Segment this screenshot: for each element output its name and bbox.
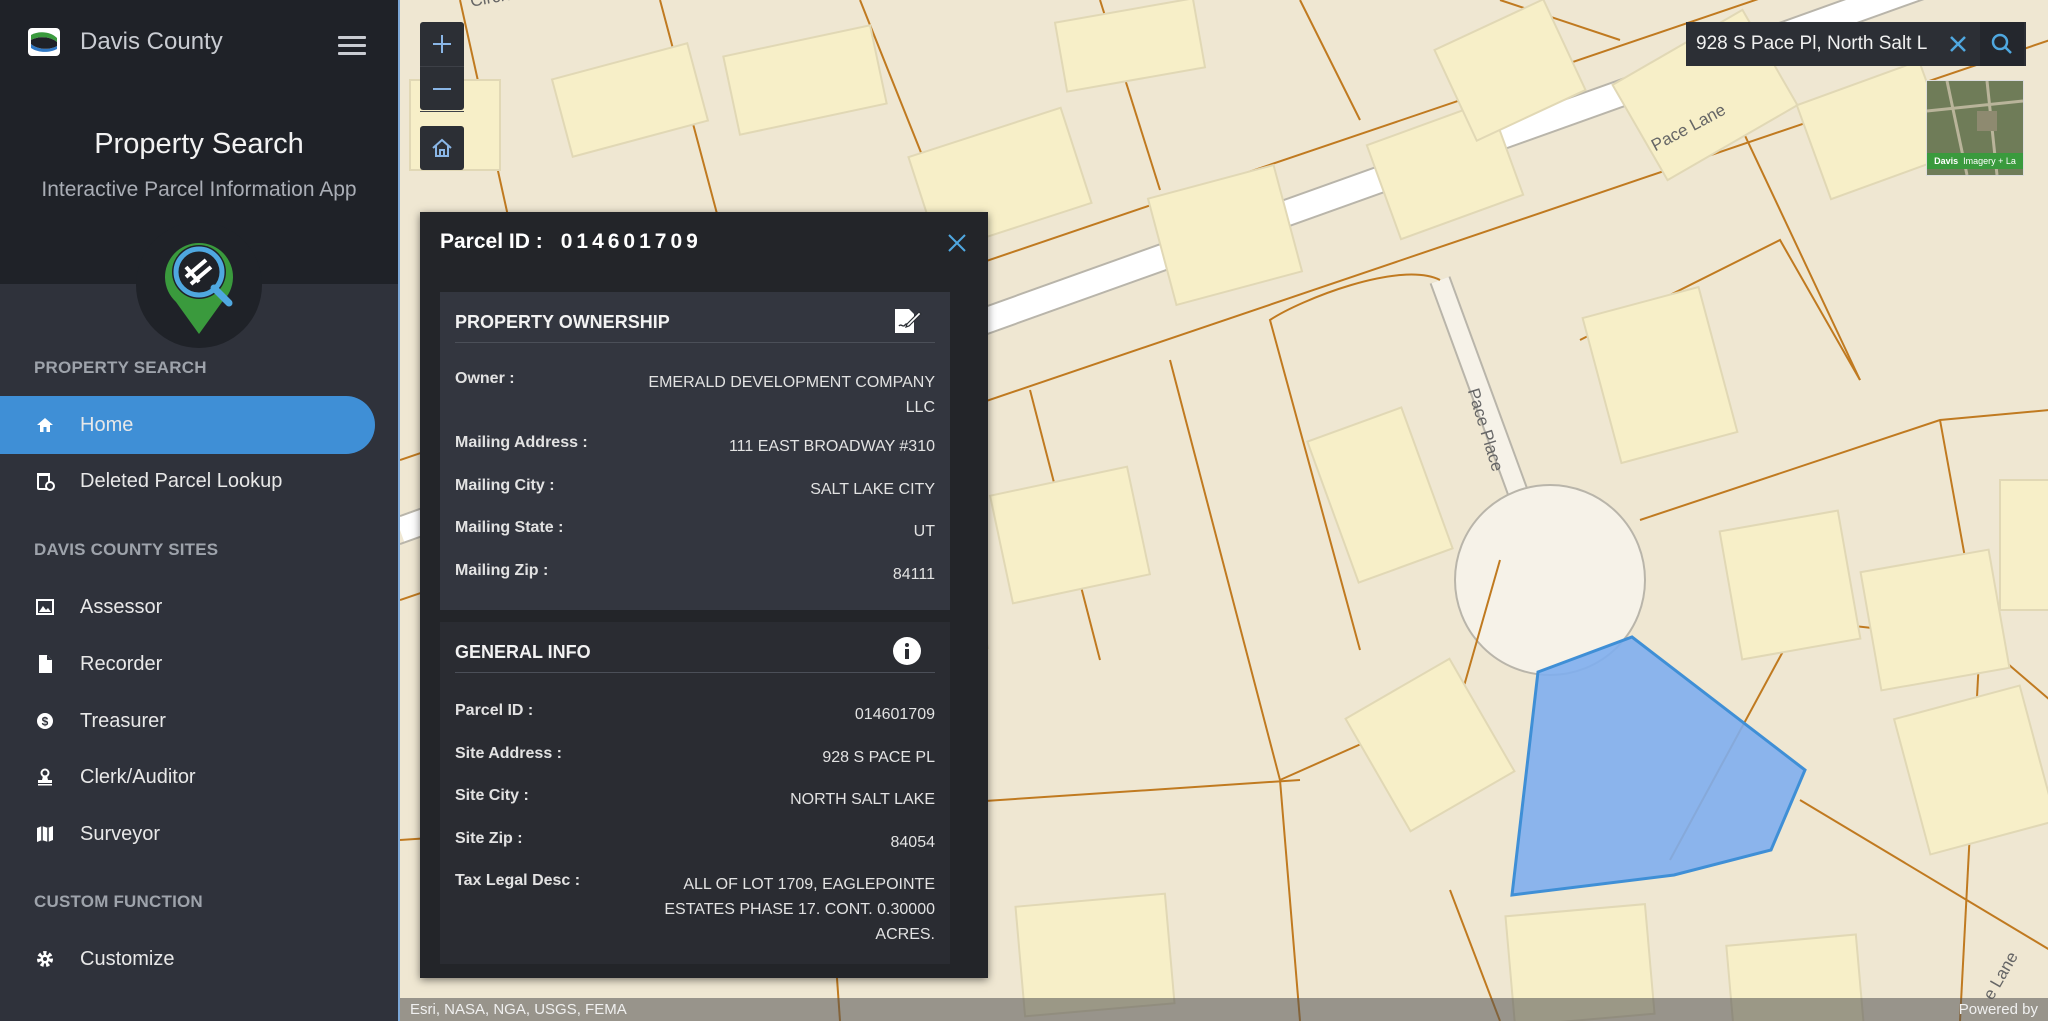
general-row-site-city: Site City : NORTH SALT LAKE: [455, 787, 935, 812]
deleted-parcel-icon: [34, 470, 56, 492]
search-icon: [1991, 33, 2012, 54]
row-value: SALT LAKE CITY: [810, 481, 935, 498]
row-label: Mailing Address :: [455, 434, 588, 451]
section-heading-davis-county-sites: DAVIS COUNTY SITES: [34, 540, 219, 559]
row-label: Mailing Zip :: [455, 562, 549, 579]
zoom-out-button[interactable]: [420, 67, 464, 112]
attribution-text: Esri, NASA, NGA, USGS, FEMA: [410, 1001, 627, 1018]
row-label: Site City :: [455, 787, 529, 804]
nav-label: Home: [80, 413, 134, 436]
svg-text:$: $: [42, 715, 49, 729]
row-value: 84054: [890, 834, 936, 851]
nav-item-recorder[interactable]: Recorder: [0, 635, 375, 693]
search-input[interactable]: 928 S Pace Pl, North Salt L: [1686, 33, 1936, 55]
document-icon: [34, 653, 56, 675]
map-icon: [34, 823, 56, 845]
nav-item-deleted-parcel-lookup[interactable]: Deleted Parcel Lookup: [0, 452, 375, 510]
ownership-row-mailing-address: Mailing Address : 111 EAST BROADWAY #310: [455, 434, 935, 459]
general-row-tax-legal-desc: Tax Legal Desc : ALL OF LOT 1709, EAGLEP…: [455, 872, 935, 947]
plus-icon: [433, 35, 451, 53]
section-heading-property-search: PROPERTY SEARCH: [34, 358, 207, 377]
general-info-card: GENERAL INFO Parcel ID : 014601709 Site …: [440, 622, 950, 964]
nav-item-home[interactable]: Home: [0, 396, 375, 454]
ownership-row-owner: Owner : EMERALD DEVELOPMENT COMPANY LLC: [455, 370, 935, 420]
row-label: Mailing City :: [455, 477, 555, 494]
nav-label: Surveyor: [80, 822, 161, 845]
panel-header-label: Parcel ID :: [440, 230, 543, 253]
brand-name: Davis County: [80, 28, 223, 55]
nav-item-customize[interactable]: Customize: [0, 930, 375, 988]
app-title: Property Search: [94, 128, 304, 160]
close-icon: [948, 234, 966, 252]
property-search-logo-icon: [136, 222, 262, 348]
parcel-info-panel: Parcel ID : 014601709 PROPERTY OWNERSHIP…: [420, 212, 988, 978]
image-icon: [34, 596, 56, 618]
search-button[interactable]: [1980, 22, 2024, 66]
zoom-controls: [420, 22, 464, 112]
zoom-in-button[interactable]: [420, 22, 464, 67]
general-row-site-address: Site Address : 928 S PACE PL: [455, 745, 935, 770]
row-label: Parcel ID :: [455, 702, 534, 719]
nav-label: Deleted Parcel Lookup: [80, 469, 283, 492]
close-panel-button[interactable]: [946, 232, 968, 254]
card-title: PROPERTY OWNERSHIP: [455, 312, 670, 332]
map-attribution: Esri, NASA, NGA, USGS, FEMA Powered by: [400, 998, 2048, 1021]
row-value: 928 S PACE PL: [822, 749, 935, 766]
default-extent-button[interactable]: [420, 126, 464, 170]
close-icon: [1950, 36, 1966, 52]
row-label: Tax Legal Desc :: [455, 872, 581, 889]
overview-brand: Davis: [1934, 156, 1959, 166]
row-label: Owner :: [455, 370, 515, 387]
nav-item-clerk-auditor[interactable]: Clerk/Auditor: [0, 748, 375, 806]
edit-document-icon[interactable]: [890, 304, 924, 338]
row-value: 014601709: [854, 706, 935, 723]
row-value: 84111: [892, 566, 935, 583]
gear-icon: [34, 948, 56, 970]
basemap-toggle[interactable]: Davis Imagery + La: [1926, 80, 2024, 176]
row-value: ALL OF LOT 1709, EAGLEPOINTE ESTATES PHA…: [664, 876, 935, 943]
minus-icon: [433, 88, 451, 90]
davis-county-logo: [28, 28, 60, 56]
section-heading-custom-function: CUSTOM FUNCTION: [34, 892, 203, 911]
brand: Davis County: [28, 28, 223, 56]
row-label: Site Zip :: [455, 830, 523, 847]
nav-label: Customize: [80, 947, 175, 970]
nav-label: Clerk/Auditor: [80, 765, 196, 788]
sidebar: Davis County Property Search Interactive…: [0, 0, 398, 1021]
ownership-row-mailing-city: Mailing City : SALT LAKE CITY: [455, 477, 935, 502]
panel-header-parcel-id: 014601709: [560, 230, 702, 253]
row-label: Site Address :: [455, 745, 562, 762]
ownership-row-mailing-zip: Mailing Zip : 84111: [455, 562, 935, 587]
row-value: UT: [913, 523, 935, 540]
nav-label: Treasurer: [80, 709, 166, 732]
property-ownership-card: PROPERTY OWNERSHIP Owner : EMERALD DEVEL…: [440, 292, 950, 610]
app-subtitle: Interactive Parcel Information App: [41, 178, 357, 201]
nav-label: Recorder: [80, 652, 163, 675]
info-icon[interactable]: [890, 634, 924, 668]
ownership-row-mailing-state: Mailing State : UT: [455, 519, 935, 544]
nav-item-surveyor[interactable]: Surveyor: [0, 805, 375, 863]
clear-search-button[interactable]: [1936, 22, 1980, 66]
powered-by-text: Powered by: [1958, 1001, 2038, 1018]
address-search: 928 S Pace Pl, North Salt L: [1686, 22, 2026, 66]
row-value: 111 EAST BROADWAY #310: [728, 438, 935, 455]
menu-icon[interactable]: [338, 36, 366, 56]
stamp-icon: [34, 766, 56, 788]
row-value: EMERALD DEVELOPMENT COMPANY LLC: [648, 374, 935, 416]
card-divider: [455, 672, 935, 673]
nav-item-treasurer[interactable]: $ Treasurer: [0, 692, 375, 750]
nav-item-assessor[interactable]: Assessor: [0, 578, 375, 636]
home-icon: [432, 138, 452, 157]
card-title: GENERAL INFO: [455, 642, 591, 662]
row-label: Mailing State :: [455, 519, 564, 536]
panel-header: Parcel ID : 014601709: [440, 230, 702, 254]
nav-label: Assessor: [80, 595, 163, 618]
home-icon: [34, 414, 56, 436]
dollar-icon: $: [34, 710, 56, 732]
general-row-site-zip: Site Zip : 84054: [455, 830, 935, 855]
overview-label: Imagery + La: [1963, 156, 2016, 166]
card-divider: [455, 342, 935, 343]
row-value: NORTH SALT LAKE: [790, 791, 935, 808]
general-row-parcel-id: Parcel ID : 014601709: [455, 702, 935, 727]
